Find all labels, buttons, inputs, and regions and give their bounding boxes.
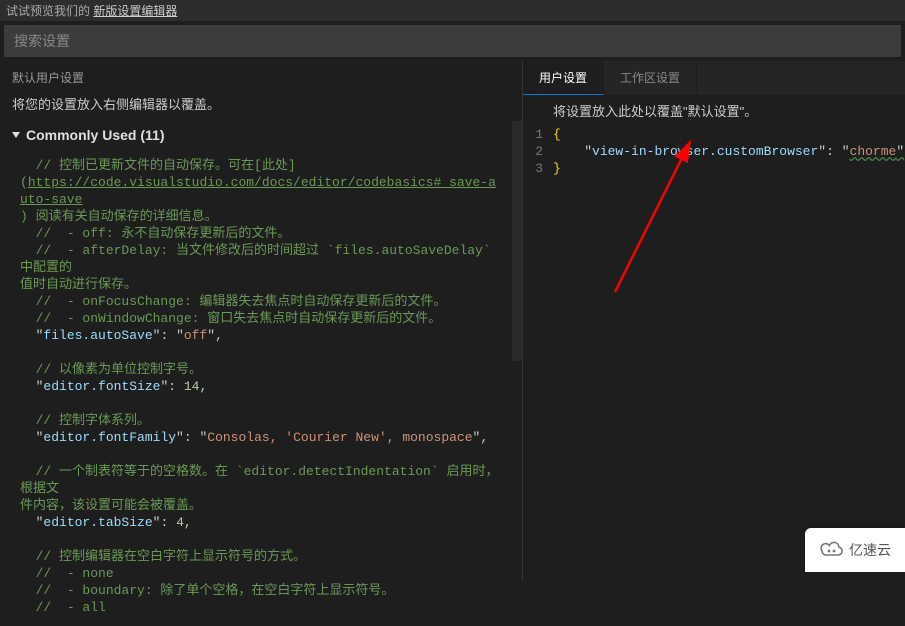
main-area: 默认用户设置 将您的设置放入右侧编辑器以覆盖。 Commonly Used (1…: [0, 61, 905, 581]
comment: // - onWindowChange: 窗口失去焦点时自动保存更新后的文件。: [20, 311, 441, 326]
comment: // - onFocusChange: 编辑器失去焦点时自动保存更新后的文件。: [20, 294, 446, 309]
user-settings-pane: 用户设置 工作区设置 将设置放入此处以覆盖"默认设置"。 1 { 2 "view…: [523, 61, 905, 581]
settings-tabs: 用户设置 工作区设置: [523, 61, 905, 95]
user-settings-editor[interactable]: 1 { 2 "view-in-browser.customBrowser": "…: [523, 126, 905, 177]
comment: (: [20, 175, 28, 190]
comment: 值时自动进行保存。: [20, 277, 137, 292]
preview-bar: 试试预览我们的 新版设置编辑器: [0, 0, 905, 21]
setting-key: view-in-browser.customBrowser: [592, 144, 818, 159]
cloud-icon: [819, 541, 845, 559]
comment: // 控制编辑器在空白字符上显示符号的方式。: [20, 549, 306, 564]
section-commonly-used[interactable]: Commonly Used (11): [0, 123, 522, 147]
section-title: Commonly Used (11): [26, 127, 164, 143]
comment: // - all: [20, 600, 106, 615]
editor-line: 1 {: [523, 126, 905, 143]
watermark-text: 亿速云: [849, 540, 891, 560]
default-settings-pane: 默认用户设置 将您的设置放入右侧编辑器以覆盖。 Commonly Used (1…: [0, 61, 523, 581]
setting-value: Consolas, 'Courier New', monospace: [207, 430, 472, 445]
minimap[interactable]: [512, 121, 522, 361]
comment: // - off: 永不自动保存更新后的文件。: [20, 226, 290, 241]
comment: 件内容，该设置可能会被覆盖。: [20, 498, 202, 513]
setting-value: 14: [184, 379, 200, 394]
setting-value: chorme: [850, 144, 897, 159]
line-number: 3: [523, 160, 553, 177]
setting-key: editor.fontFamily: [43, 430, 176, 445]
comment: // 控制字体系列。: [20, 413, 150, 428]
line-number: 1: [523, 126, 553, 143]
doc-url[interactable]: https://code.visualstudio.com/docs/edito…: [20, 175, 496, 207]
comment: // 一个制表符等于的空格数。在 `editor.detectIndentati…: [20, 464, 498, 496]
line-number: 2: [523, 143, 553, 160]
left-desc: 将您的设置放入右侧编辑器以覆盖。: [0, 92, 522, 123]
comment: // 控制已更新文件的自动保存。可在[此处]: [20, 158, 296, 173]
setting-key: editor.fontSize: [43, 379, 160, 394]
chevron-down-icon: [12, 132, 20, 138]
tab-user-settings[interactable]: 用户设置: [523, 61, 604, 95]
search-input[interactable]: 搜索设置: [4, 25, 901, 57]
right-desc: 将设置放入此处以覆盖"默认设置"。: [523, 95, 905, 126]
brace: {: [553, 127, 561, 142]
comment: // - afterDelay: 当文件修改后的时间超过 `files.auto…: [20, 243, 498, 275]
watermark-badge: 亿速云: [805, 528, 905, 572]
comment: // 以像素为单位控制字号。: [20, 362, 202, 377]
editor-line: 2 "view-in-browser.customBrowser": "chor…: [523, 143, 905, 160]
editor-line: 3 }: [523, 160, 905, 177]
setting-value: off: [184, 328, 207, 343]
setting-key: editor.tabSize: [43, 515, 152, 530]
default-settings-code[interactable]: // 控制已更新文件的自动保存。可在[此处] (https://code.vis…: [0, 147, 522, 626]
brace: }: [553, 161, 561, 176]
setting-value: 4: [176, 515, 184, 530]
comment: // - boundary: 除了单个空格，在空白字符上显示符号。: [20, 583, 394, 598]
preview-link[interactable]: 新版设置编辑器: [93, 4, 177, 18]
left-header: 默认用户设置: [0, 61, 522, 92]
comment: ) 阅读有关自动保存的详细信息。: [20, 209, 218, 224]
tab-workspace-settings[interactable]: 工作区设置: [604, 61, 697, 95]
comment: // - none: [20, 566, 114, 581]
preview-prefix: 试试预览我们的: [6, 4, 93, 18]
setting-key: files.autoSave: [43, 328, 152, 343]
